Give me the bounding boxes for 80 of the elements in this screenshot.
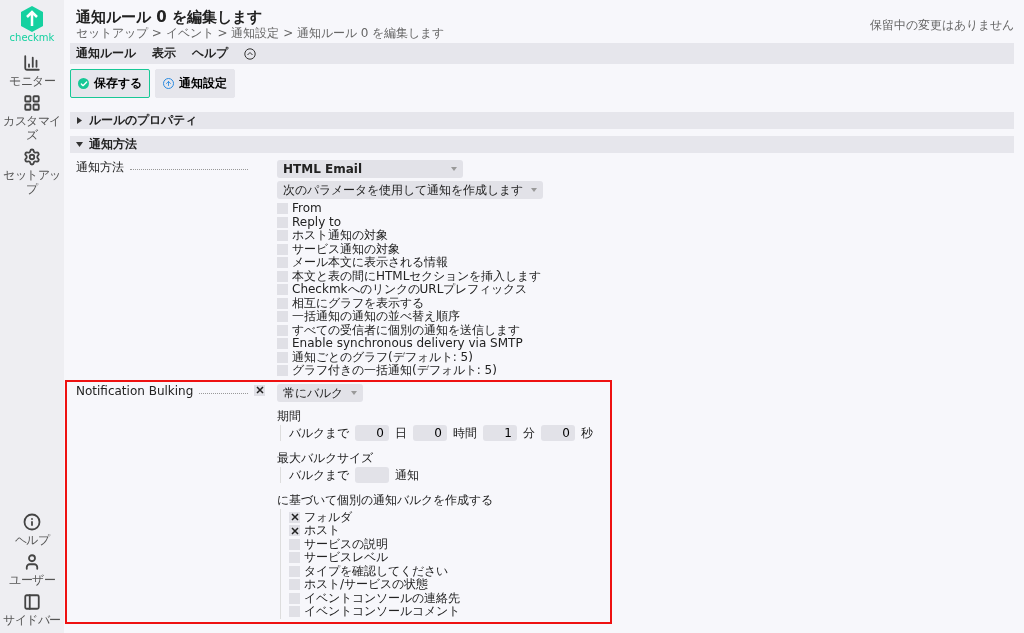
checkbox-label: ホスト — [304, 524, 340, 538]
checkbox-label: フォルダ — [304, 510, 352, 524]
menu-item[interactable]: 表示 — [152, 46, 176, 61]
unit-label: 通知 — [395, 467, 419, 482]
arrow-up-icon — [165, 80, 172, 87]
sidebar-icon[interactable] — [23, 593, 41, 611]
checkbox-label: CheckmkへのリンクのURLプレフィックス — [292, 283, 528, 297]
pending-changes-text[interactable]: 保留中の変更はありません — [870, 17, 1014, 32]
x-icon — [255, 386, 264, 395]
checkbox-label: イベントコンソールの連絡先 — [304, 591, 460, 605]
sidebar-item-label[interactable]: ユーザー — [0, 573, 64, 587]
checkbox-label: 一括通知の通知の並べ替え順序 — [292, 310, 460, 324]
logo-icon[interactable] — [20, 6, 44, 32]
settings-icon[interactable] — [23, 148, 41, 166]
checkbox-label: サービス通知の対象 — [292, 242, 400, 256]
section-title: ルールのプロパティ — [89, 113, 197, 128]
number-field[interactable]: 1 — [483, 424, 517, 441]
unit-label: 分 — [523, 425, 535, 440]
number-field[interactable]: 0 — [541, 424, 575, 441]
subsection-title: 最大バルクサイズ — [277, 450, 373, 465]
parameters-dropdown[interactable]: 次のパラメータを使用して通知を作成します — [277, 181, 543, 199]
collapse-icon[interactable] — [244, 47, 256, 60]
user-icon[interactable] — [23, 553, 41, 571]
caret-icon — [531, 188, 537, 192]
sidebar-item-label[interactable]: モニター — [0, 74, 64, 88]
checkbox-label: Reply to — [292, 215, 342, 229]
section-title: 通知方法 — [89, 137, 137, 152]
breadcrumb: セットアップ > イベント > 通知設定 > 通知ルール 0 を編集します — [76, 26, 445, 40]
caret-icon — [451, 167, 457, 171]
number-field[interactable]: 0 — [355, 424, 389, 441]
checkbox[interactable] — [289, 511, 300, 523]
section-header[interactable]: ルールのプロパティ — [70, 112, 1014, 129]
triangle-down-icon — [76, 141, 83, 148]
checkbox-label: サービスレベル — [304, 551, 388, 565]
checkbox-label: 本文と表の間にHTMLセクションを挿入します — [292, 269, 542, 283]
bulk-mode-dropdown[interactable]: 常にバルク — [277, 383, 363, 402]
page-title: 通知ルール 0 を編集します — [76, 8, 263, 26]
menu-item[interactable]: 通知ルール — [76, 46, 136, 61]
check-icon — [79, 79, 88, 88]
unit-label: 秒 — [581, 425, 593, 440]
field-label: Notification Bulking — [76, 383, 194, 398]
x-icon — [290, 526, 299, 535]
sidebar-item-label[interactable]: カスタマイズ — [0, 114, 64, 142]
number-field[interactable]: 0 — [413, 424, 447, 441]
grid-icon[interactable] — [23, 94, 41, 112]
checkbox-label: サービスの説明 — [304, 537, 388, 551]
checkbox-label: ホスト通知の対象 — [292, 229, 388, 243]
save-button[interactable]: 保存する — [70, 69, 150, 98]
checkbox-label: From — [292, 202, 322, 216]
x-icon — [290, 513, 299, 522]
checkbox-label: イベントコンソールコメント — [304, 605, 460, 619]
logo-text: checkmk — [9, 32, 55, 44]
sidebar-item-label[interactable]: サイドバー — [0, 613, 64, 627]
unit-label: 時間 — [453, 425, 477, 440]
menu-item[interactable]: ヘルプ — [192, 46, 228, 61]
checkbox-label: 通知ごとのグラフ(デフォルト: 5) — [292, 350, 473, 364]
bar-chart-icon[interactable] — [23, 54, 41, 72]
field-label: バルクまで — [289, 425, 349, 440]
checkbox-label: メール本文に表示される情報 — [292, 256, 448, 270]
checkbox[interactable] — [289, 525, 300, 537]
subsection-title: 期間 — [277, 408, 301, 423]
field-label: バルクまで — [289, 467, 349, 482]
checkbox[interactable] — [254, 384, 265, 396]
field-label: 通知方法 — [76, 160, 124, 174]
caret-icon — [351, 390, 357, 395]
subsection-title: に基づいて個別の通知バルクを作成する — [277, 492, 493, 507]
unit-label: 日 — [395, 425, 407, 440]
triangle-right-icon — [76, 117, 83, 124]
notification-settings-button[interactable]: 通知設定 — [155, 69, 235, 98]
checkbox-label: ホスト/サービスの状態 — [304, 578, 429, 592]
checkbox-label: グラフ付きの一括通知(デフォルト: 5) — [292, 364, 497, 378]
checkbox-label: Enable synchronous delivery via SMTP — [292, 337, 523, 351]
checkbox-label: タイプを確認してください — [304, 564, 448, 578]
info-icon[interactable] — [23, 513, 41, 531]
sidebar-item-label[interactable]: セットアップ — [0, 168, 64, 196]
checkbox-label: すべての受信者に個別の通知を送信します — [292, 323, 520, 337]
checkbox-label: 相互にグラフを表示する — [292, 296, 424, 310]
sidebar-item-label[interactable]: ヘルプ — [0, 533, 64, 547]
section-header[interactable]: 通知方法 — [70, 136, 1014, 153]
method-dropdown[interactable]: HTML Email — [277, 160, 463, 178]
